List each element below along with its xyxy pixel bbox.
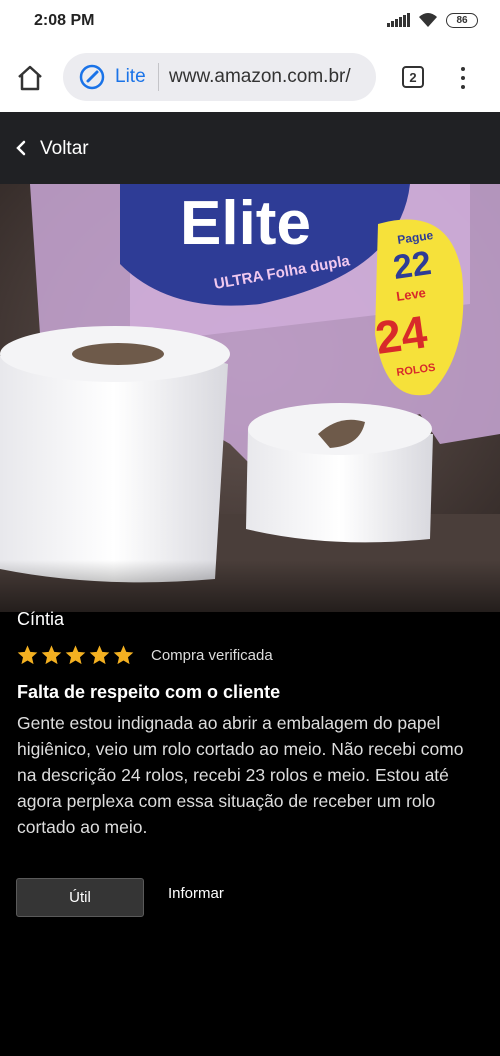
back-header: Voltar: [0, 112, 500, 184]
review-photo[interactable]: Elite ULTRA Folha dupla Pague 22 Leve 24…: [0, 184, 500, 612]
star-icon: [89, 645, 110, 665]
report-link[interactable]: Informar: [168, 885, 224, 902]
wifi-icon: [419, 13, 437, 27]
url-divider: [158, 63, 159, 91]
review-title: Falta de respeito com o cliente: [17, 682, 281, 702]
lite-label: Lite: [115, 66, 146, 87]
reviewer-name: Cíntia: [17, 609, 65, 629]
verified-purchase-badge: Compra verificada: [151, 647, 273, 664]
back-link[interactable]: Voltar: [40, 138, 89, 160]
status-time: 2:08 PM: [34, 12, 95, 29]
promo-24: 24: [372, 305, 430, 364]
browser-toolbar: Lite www.amazon.com.br/ 2: [0, 44, 500, 112]
star-icon: [17, 645, 38, 665]
battery-icon: 86: [446, 12, 478, 28]
star-icon: [113, 645, 134, 665]
tab-switcher-button[interactable]: 2: [402, 66, 424, 88]
promo-22: 22: [391, 244, 434, 287]
lite-mode-icon: [79, 64, 105, 90]
review-body: Gente estou indignada ao abrir a embalag…: [17, 713, 464, 837]
signal-icon: [387, 13, 410, 27]
chevron-left-icon[interactable]: [15, 139, 27, 157]
home-icon[interactable]: [14, 62, 46, 94]
useful-button[interactable]: Útil: [16, 878, 144, 917]
status-icons: 86: [387, 12, 478, 28]
address-bar[interactable]: Lite www.amazon.com.br/: [63, 53, 376, 101]
more-menu-icon[interactable]: [457, 65, 469, 91]
status-bar: 2:08 PM 86: [0, 0, 500, 44]
star-rating: [16, 644, 135, 666]
star-icon: [65, 645, 86, 665]
url-text[interactable]: www.amazon.com.br/: [169, 66, 351, 88]
star-icon: [41, 645, 62, 665]
packaging-brand: Elite: [180, 189, 311, 258]
